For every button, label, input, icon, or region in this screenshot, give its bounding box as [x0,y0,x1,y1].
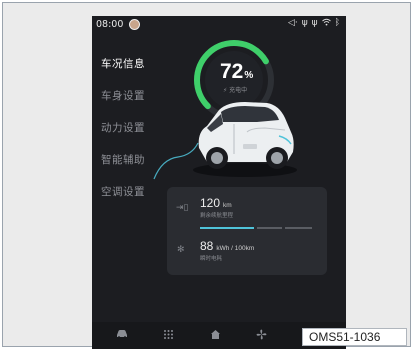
car-icon[interactable] [116,329,128,342]
sidebar-item-vehicle-status[interactable]: 车况信息 [101,56,145,71]
home-icon[interactable] [210,329,221,343]
range-value: 120 km [200,196,232,210]
vehicle-info-card: ⇥▯ 120 km 剩余续航里程 ✻ 88 kWh / 100km 瞬时电耗 [167,187,327,275]
battery-percent: 72% [220,60,254,83]
consumption-label: 瞬时电耗 [200,256,223,262]
sidebar-item-ac-settings[interactable]: 空调设置 [101,184,145,199]
range-icon: ⇥▯ [176,203,189,213]
apps-grid-icon[interactable] [163,329,174,343]
sidebar-item-smart-assist[interactable]: 智能辅助 [101,152,145,167]
range-label: 剩余续航里程 [200,213,234,219]
fan-icon[interactable] [256,329,267,343]
usb-icon: ψ [301,18,308,28]
status-bar: 08:00 ◁· ψ ψ ᛒ [92,16,346,34]
sidebar-nav: 车况信息 车身设置 动力设置 智能辅助 空调设置 [92,34,160,314]
car-image [193,102,297,177]
range-progress-bar [200,227,312,230]
bluetooth-icon: ᛒ [334,18,340,28]
car-screen: 08:00 ◁· ψ ψ ᛒ 车况信息 车身设置 动力设置 智能辅助 空调设置 … [92,16,346,349]
wifi-icon [321,18,331,29]
consumption-value: 88 kWh / 100km [200,239,255,253]
figure-caption-box: OMS51-1036 [302,328,407,346]
sidebar-item-body-settings[interactable]: 车身设置 [101,88,145,103]
avatar[interactable] [129,19,140,30]
figure-caption: OMS51-1036 [309,330,381,344]
clock: 08:00 [96,19,124,30]
status-icons: ◁· ψ ψ ᛒ [288,18,340,29]
volume-icon: ◁· [287,18,298,28]
usb-icon: ψ [311,18,318,28]
sidebar-item-power-settings[interactable]: 动力设置 [101,120,145,135]
energy-icon: ✻ [177,245,185,255]
